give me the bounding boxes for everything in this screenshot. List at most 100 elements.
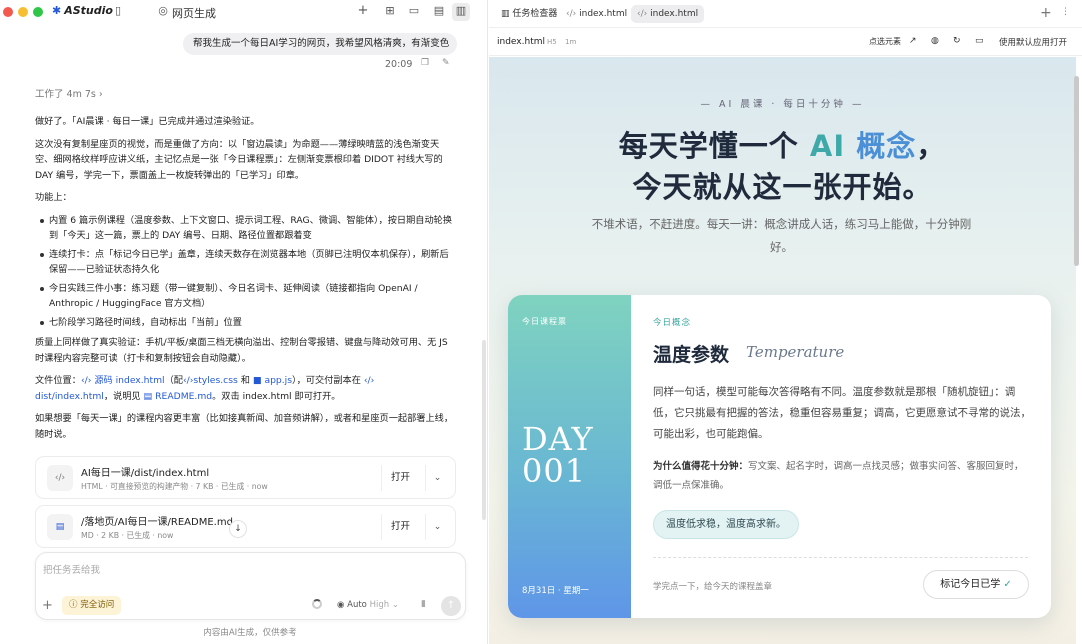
hero-title-line2: 今天就从这一张开始。 (632, 170, 933, 204)
chevron-right-icon: › (98, 89, 103, 100)
scroll-down-icon[interactable]: ↓ (229, 520, 247, 538)
feature-item: 连续打卡：点「标记今日已学」盖章，连续天数存在浏览器本地（页脚已注明仅本机保存）… (35, 247, 455, 278)
assistant-paragraph: 这次没有复制星座页的视觉，而是重做了方向：以「窗边晨读」为命题——薄绿映晴蓝的浅… (35, 138, 443, 181)
assistant-paragraph: 如果想要「每天一课」的课程内容更丰富（比如接真新闻、加音频讲解），或者和星座页一… (35, 413, 454, 440)
lesson-ticket: 今日课程票 DAY 001 8月31日 · 星期一 今日概念 温度参数 Tempe… (508, 295, 1051, 618)
sparkle-icon: ✱ (52, 4, 62, 17)
check-icon: ✓ (1003, 579, 1012, 590)
more-icon[interactable]: ⋮ (1061, 7, 1070, 17)
file-age: 1m (565, 38, 577, 46)
mark-learned-label: 标记今日已学 (940, 579, 1001, 590)
feature-list: 内置 6 篇示例课程（温度参数、上下文窗口、提示词工程、RAG、微调、智能体），… (35, 213, 455, 331)
hero-title-line1: 每天学懂一个 AI 概念， (489, 123, 1076, 165)
access-mode-button[interactable]: ⓘ 完全访问 (62, 596, 122, 615)
access-mode-label: 完全访问 (80, 600, 115, 610)
open-button[interactable]: 打开 (381, 514, 419, 540)
tab-task-inspector[interactable]: ▥ 任务检查器 (495, 5, 563, 23)
pick-element-button[interactable]: 点选元素 (869, 36, 901, 47)
close-window-button[interactable] (3, 7, 13, 17)
right-panel-toggle-icon[interactable]: ▥ (452, 3, 470, 21)
why-worth-it: 为什么值得花十分钟：写文案、起名字时，调高一点找灵感；做事实问答、客服回复时，调… (653, 457, 1033, 495)
chevron-down-icon[interactable]: ⌄ (425, 514, 449, 540)
open-default-app-button[interactable]: 使用默认应用打开 (999, 36, 1067, 48)
new-tab-button[interactable]: + (354, 3, 372, 21)
hero-title-part: 每天学懂一个 (618, 129, 799, 163)
text-with: （配 (164, 375, 183, 386)
sidebar-toggle-icon[interactable]: ▯ (109, 3, 127, 21)
assistant-paragraph: 做好了。「AI晨课 · 每日一课」已完成并通过渲染验证。 (35, 116, 260, 127)
day-digits: 001 (522, 452, 587, 490)
hero-lead: 不堆术语，不赶进度。每天一讲：概念讲成人话，练习马上能做，十分钟刚好。 (591, 217, 972, 254)
appjs-link[interactable]: ■ app.js (253, 375, 292, 386)
text-tail: 。双击 index.html 即可打开。 (212, 390, 341, 402)
code-icon: ‹/› (566, 9, 577, 19)
assistant-paragraph: 质量上同样做了真实验证：手机/平板/桌面三档无横向溢出、控制台零报错、键盘与降动… (35, 337, 448, 364)
text-explain: ，说明见 (103, 390, 141, 402)
webpage-preview: — AI 晨课 · 每日十分钟 — 每天学懂一个 AI 概念， 今天就从这一张开… (489, 57, 1076, 644)
mark-learned-button[interactable]: 标记今日已学 ✓ (923, 570, 1029, 599)
globe-icon[interactable]: ◍ (931, 36, 939, 46)
microphone-icon[interactable]: ▮ (421, 599, 426, 609)
copy-icon[interactable]: ❐ (421, 58, 429, 68)
preview-scrollbar[interactable] (1074, 76, 1079, 266)
chevron-down-icon[interactable]: ⌄ (425, 465, 449, 491)
app-window: ✱ AStudio ▯ ◎ 网页生成 + ⊞ ▭ ▤ ▥ 帮我生成一个每日AI学… (0, 0, 1082, 644)
source-code-link[interactable]: ‹/› 源码 index.html (81, 375, 165, 386)
grid-icon[interactable]: ⊞ (381, 3, 399, 21)
tab-index-html-active[interactable]: ‹/› index.html (631, 5, 705, 23)
readme-link[interactable]: ▤ README.md (144, 391, 213, 402)
file-location-paragraph: 文件位置：‹/› 源码 index.html（配‹/›styles.css 和 … (35, 373, 455, 404)
model-selector[interactable]: ◉ Auto High ⌄ (337, 600, 399, 610)
preview-pane: ▥ 任务检查器 ‹/› index.html ‹/› index.html + … (489, 0, 1082, 644)
minimize-window-button[interactable] (18, 7, 28, 17)
takeaway-chip: 温度低求稳，温度高求新。 (653, 510, 799, 539)
work-duration-toggle[interactable]: 工作了 4m 7s › (35, 86, 103, 100)
ticket-stub: 今日课程票 DAY 001 8月31日 · 星期一 (508, 295, 631, 618)
file-toolbar: index.html H5 1m 点选元素 ↗ ◍ ↻ ▭ 使用默认应用打开 (489, 28, 1082, 56)
new-tab-button[interactable]: + (1040, 5, 1052, 21)
edit-icon[interactable]: ✎ (442, 58, 450, 68)
share-icon[interactable]: ↗ (909, 36, 917, 46)
code-file-icon: ‹/› (47, 465, 73, 491)
tab-index-html[interactable]: ‹/› index.html (560, 5, 633, 23)
source-code-label: 源码 (94, 375, 113, 386)
attachment-title: AI每日一课/dist/index.html (81, 468, 210, 479)
open-button[interactable]: 打开 (381, 465, 419, 491)
folder-icon[interactable]: ▭ (975, 36, 984, 46)
hero-title-ai: AI (809, 129, 846, 163)
composer-input[interactable]: 把任务丢给我 (43, 562, 100, 576)
assistant-message: 做好了。「AI晨课 · 每日一课」已完成并通过渲染验证。 这次没有复制星座页的视… (35, 114, 455, 449)
conversation-title: 网页生成 (172, 7, 216, 20)
work-duration-label: 工作了 4m 7s (35, 89, 96, 100)
globe-icon: ◎ (158, 4, 168, 17)
chat-scrollbar[interactable] (482, 340, 486, 520)
dist-link-label: dist/index.html (35, 390, 104, 402)
disclaimer: 内容由AI生成，仅供参考 (203, 628, 297, 638)
model-label: Auto (347, 600, 367, 610)
message-time: 20:09 (385, 59, 413, 70)
index-link-label: index.html (115, 375, 165, 386)
feature-item: 内置 6 篇示例课程（温度参数、上下文窗口、提示词工程、RAG、微调、智能体），… (35, 213, 455, 244)
attach-icon[interactable]: + (42, 598, 53, 613)
stub-label: 今日课程票 (522, 317, 567, 326)
app-logo: ✱ AStudio (52, 4, 113, 17)
refresh-icon[interactable]: ↻ (953, 36, 961, 46)
text-and: 和 (240, 375, 250, 386)
hero-title-comma: ， (916, 129, 947, 163)
loading-spinner-icon (312, 599, 322, 609)
attachment-card[interactable]: ‹/› AI每日一课/dist/index.html HTML · 可直接预览的… (35, 456, 456, 499)
hero-title-concept: 概念 (856, 129, 917, 163)
send-button[interactable]: ↑ (441, 596, 461, 616)
appjs-link-label: app.js (264, 375, 292, 386)
styles-link[interactable]: ‹/›styles.css (183, 375, 238, 386)
split-layout-icon[interactable]: ▤ (430, 3, 448, 21)
level-label: High (369, 600, 390, 610)
document-icon: ▤ (47, 514, 73, 540)
concept-title-en: Temperature (746, 343, 845, 361)
text-deliver: ），可交付副本在 (292, 375, 361, 386)
zoom-window-button[interactable] (33, 7, 43, 17)
preview-panel-icon[interactable]: ▭ (405, 3, 423, 21)
model-icon: ◉ (337, 600, 345, 610)
composer[interactable]: 把任务丢给我 + ⓘ 完全访问 ◉ Auto High ⌄ ▮ ↑ (35, 552, 466, 620)
assistant-paragraph: 功能上： (35, 192, 72, 203)
